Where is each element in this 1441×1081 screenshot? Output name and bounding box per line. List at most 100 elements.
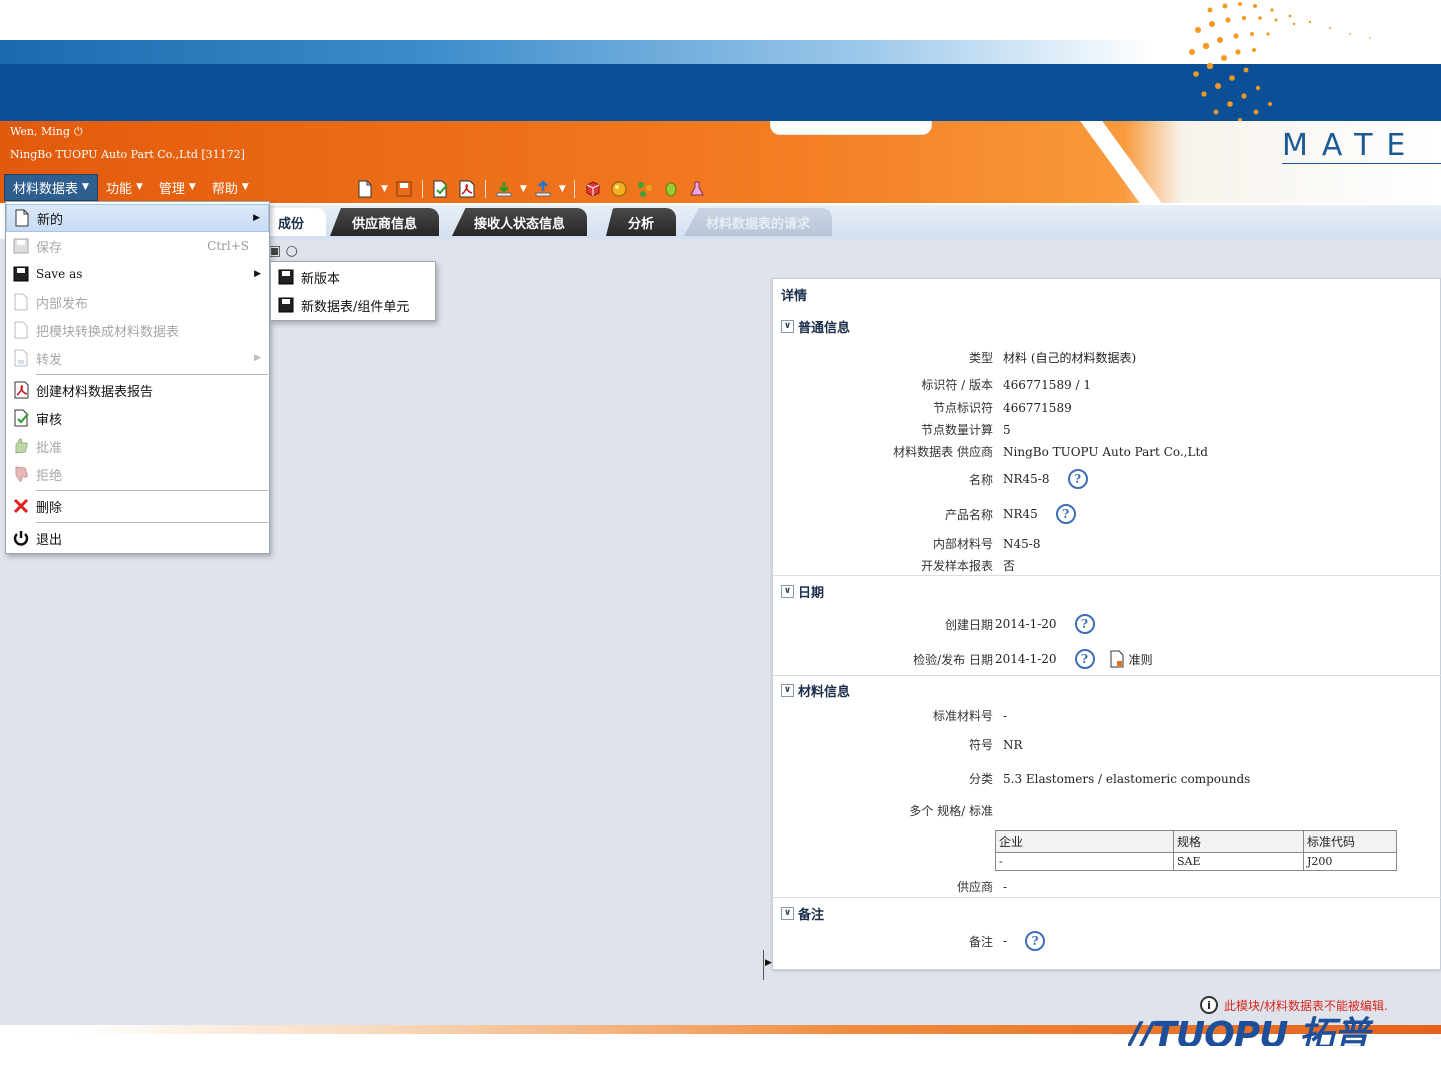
- tab-strip: [270, 205, 1441, 239]
- row-symbol: 符号 NR: [968, 737, 1023, 753]
- section-dates[interactable]: ∨ 日期: [781, 582, 824, 601]
- row-node-count: 节点数量计算 5: [920, 422, 1011, 438]
- menu-item-save-as[interactable]: Save as ▶: [6, 260, 269, 288]
- menu-functions[interactable]: 功能 ▼: [98, 175, 151, 200]
- thumbs-down-icon: [15, 466, 28, 482]
- save-version-icon: [278, 269, 294, 285]
- menu-datasheet[interactable]: 材料数据表 ▼: [4, 173, 98, 201]
- convert-document-icon: [14, 321, 28, 339]
- tree-toolbar-icons[interactable]: ▣ ○: [268, 243, 298, 259]
- row-standards: 多个 规格/ 标准: [909, 804, 993, 818]
- row-identifier: 标识符 / 版本 466771589 / 1: [921, 377, 1092, 393]
- chevron-down-icon: ▼: [82, 182, 89, 192]
- check-document-icon[interactable]: [431, 179, 451, 199]
- toolbar-divider: [573, 180, 575, 198]
- row-node-id: 节点标识符 466771589: [932, 400, 1072, 416]
- hand-icon[interactable]: [661, 179, 681, 199]
- table-row[interactable]: - SAE J200: [995, 852, 1397, 871]
- menu-item-save: 保存 Ctrl+S: [6, 232, 269, 260]
- menu-admin[interactable]: 管理 ▼: [151, 175, 204, 200]
- cube-icon[interactable]: [583, 179, 603, 199]
- row-notes: 备注 -?: [773, 931, 1046, 951]
- check-document-icon: [14, 409, 29, 427]
- chevron-down-icon[interactable]: ▼: [559, 184, 566, 194]
- help-icon[interactable]: ?: [1067, 469, 1088, 489]
- delete-x-icon: [13, 498, 29, 514]
- footer-logo: //TUOPU 拓普: [1128, 1016, 1370, 1046]
- help-icon[interactable]: ?: [1074, 649, 1095, 669]
- save-datasheet-icon: [278, 297, 294, 313]
- help-icon[interactable]: ?: [1025, 931, 1046, 951]
- chevron-down-icon[interactable]: ▼: [520, 184, 527, 194]
- menu-item-forward: 转发 ▶: [6, 344, 269, 372]
- sphere-icon[interactable]: [609, 179, 629, 199]
- table-header: 标准代码: [1303, 830, 1397, 853]
- chevron-down-icon: ▼: [188, 182, 196, 192]
- datasheet-menu-dropdown: 新的 ▶ 保存 Ctrl+S Save as ▶ 内部发布 把模块转换成材料数据表 转…: [5, 201, 270, 554]
- section-general[interactable]: ∨ 普通信息: [781, 317, 850, 336]
- chevron-down-icon: ▼: [241, 182, 249, 192]
- status-bar: i 此模块/材料数据表不能被编辑.: [1200, 996, 1388, 1014]
- row-name: 名称 NR45-8?: [773, 469, 1088, 489]
- chevron-down-icon[interactable]: ∨: [781, 907, 794, 920]
- toolbar-divider: [421, 180, 423, 198]
- menu-item-approve: 批准: [6, 432, 269, 460]
- submenu-arrow-icon: ▶: [254, 269, 261, 279]
- menubar: 材料数据表 ▼ 功能 ▼ 管理 ▼ 帮助 ▼: [4, 173, 257, 201]
- save-icon[interactable]: [394, 179, 414, 199]
- submenu-item-new-datasheet[interactable]: 新数据表/组件单元: [271, 291, 435, 319]
- menu-item-exit[interactable]: 退出: [6, 524, 269, 552]
- chevron-down-icon[interactable]: ∨: [781, 684, 794, 697]
- document-icon: [1110, 650, 1124, 668]
- tab-supplier-info[interactable]: 供应商信息: [330, 208, 440, 236]
- chevron-down-icon[interactable]: ▼: [381, 184, 388, 194]
- flask-icon[interactable]: [687, 179, 707, 199]
- menu-item-new[interactable]: 新的 ▶: [6, 204, 269, 232]
- tab-datasheet-requests: 材料数据表的请求: [684, 208, 833, 236]
- dot-swirl-logo-icon: [1189, 2, 1371, 122]
- submenu-item-new-version[interactable]: 新版本: [271, 263, 435, 291]
- menu-item-create-report[interactable]: 创建材料数据表报告: [6, 376, 269, 404]
- menu-help[interactable]: 帮助 ▼: [204, 175, 257, 200]
- menu-item-internal-release: 内部发布: [6, 288, 269, 316]
- row-type: 类型 材料 (自己的材料数据表): [968, 351, 1137, 365]
- panel-splitter[interactable]: ▶: [763, 950, 772, 980]
- help-icon[interactable]: ?: [1055, 504, 1076, 524]
- row-supplier: 材料数据表 供应商 NingBo TUOPU Auto Part Co.,Ltd: [893, 444, 1208, 460]
- status-message: 此模块/材料数据表不能被编辑.: [1224, 998, 1388, 1013]
- help-icon[interactable]: ?: [1074, 614, 1095, 634]
- new-document-icon[interactable]: [355, 179, 375, 199]
- pdf-report-icon[interactable]: [457, 179, 477, 199]
- submenu-arrow-icon: ▶: [254, 353, 261, 363]
- expand-arrow-icon[interactable]: ▶: [765, 958, 772, 968]
- table-cell: J200: [1303, 852, 1397, 871]
- tab-recipient-status[interactable]: 接收人状态信息: [452, 208, 588, 236]
- header-pill: [770, 121, 932, 135]
- tab-analysis[interactable]: 分析: [606, 208, 677, 236]
- row-material-supplier: 供应商 -: [956, 879, 1008, 895]
- menu-item-delete[interactable]: 删除: [6, 492, 269, 520]
- chevron-down-icon: ▼: [135, 182, 143, 192]
- download-icon[interactable]: [494, 179, 514, 199]
- guideline-link[interactable]: 准则: [1109, 650, 1153, 668]
- row-product-name: 产品名称 NR45?: [773, 504, 1076, 524]
- menu-divider: [36, 522, 268, 523]
- chevron-down-icon[interactable]: ∨: [781, 320, 794, 333]
- menu-item-review[interactable]: 审核: [6, 404, 269, 432]
- section-notes[interactable]: ∨ 备注: [781, 904, 824, 923]
- power-icon: [13, 531, 29, 546]
- logout-mini-icon[interactable]: ⏻: [74, 125, 83, 138]
- save-as-icon: [13, 266, 29, 282]
- chevron-down-icon[interactable]: ∨: [781, 585, 794, 598]
- menu-item-reject: 拒绝: [6, 460, 269, 488]
- section-material[interactable]: ∨ 材料信息: [781, 681, 850, 700]
- molecule-icon[interactable]: [635, 179, 655, 199]
- upload-icon[interactable]: [533, 179, 553, 199]
- row-internal-material: 内部材料号 N45-8: [932, 536, 1041, 552]
- new-document-icon: [15, 209, 29, 227]
- menu-item-convert-module: 把模块转换成材料数据表: [6, 316, 269, 344]
- app-window: Wen, Ming ⏻ NingBo TUOPU Auto Part Co.,Lt…: [0, 0, 1441, 1081]
- user-name: Wen, Ming ⏻: [10, 125, 83, 138]
- standards-table: 企业 规格 标准代码 - SAE J200: [995, 830, 1397, 871]
- row-dev-sample: 开发样本报表否: [920, 559, 1016, 573]
